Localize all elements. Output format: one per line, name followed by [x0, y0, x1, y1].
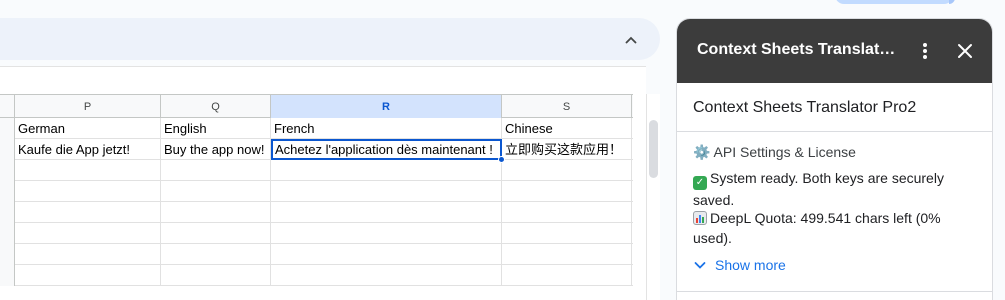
cell-p-value[interactable]: Kaufe die App jetzt! — [15, 139, 161, 160]
app-name: Context Sheets Translator Pro2 — [693, 99, 917, 116]
collapse-toolbar-button[interactable] — [616, 25, 646, 55]
cell-r-header[interactable]: French — [271, 118, 502, 139]
row-header[interactable] — [0, 139, 15, 160]
empty-cell[interactable] — [15, 160, 161, 181]
column-header-r[interactable]: R — [271, 95, 502, 118]
translator-side-panel: Context Sheets Translator Pro2 Context S… — [676, 18, 993, 300]
column-header-s[interactable]: S — [502, 95, 632, 118]
row-header[interactable] — [0, 223, 15, 244]
cell-p-header[interactable]: German — [15, 118, 161, 139]
empty-cell[interactable] — [15, 223, 161, 244]
show-more-button[interactable]: Show more — [693, 257, 786, 273]
share-button-partial[interactable] — [835, 0, 953, 4]
chevron-down-icon — [694, 262, 706, 269]
empty-cell[interactable] — [15, 244, 161, 265]
cell-r-value-active[interactable]: Achetez l'application dès maintenant ! — [271, 139, 502, 160]
empty-cell[interactable] — [161, 202, 271, 223]
panel-menu-button[interactable] — [913, 39, 937, 63]
empty-cell[interactable] — [502, 181, 632, 202]
empty-cell[interactable] — [271, 181, 502, 202]
row-header[interactable] — [0, 118, 15, 139]
status-text: System ready. Both keys are securely sav… — [693, 170, 944, 208]
section-divider — [677, 131, 992, 132]
empty-cell[interactable] — [161, 181, 271, 202]
table-row: German English French Chinese — [0, 118, 633, 139]
table-row — [0, 244, 633, 265]
empty-cell[interactable] — [271, 202, 502, 223]
table-row — [0, 265, 633, 286]
empty-cell[interactable] — [502, 202, 632, 223]
table-row — [0, 160, 633, 181]
quota-message: DeepL Quota: 499.541 chars left (0% used… — [693, 208, 973, 248]
cell-s-header[interactable]: Chinese — [502, 118, 632, 139]
table-row — [0, 223, 633, 244]
panel-header-title: Context Sheets Translator Pro2 — [697, 41, 897, 58]
fill-handle[interactable] — [498, 156, 505, 163]
column-header-q[interactable]: Q — [161, 95, 271, 118]
row-header[interactable] — [0, 244, 15, 265]
row-header[interactable] — [0, 265, 15, 286]
table-row — [0, 181, 633, 202]
empty-cell[interactable] — [161, 223, 271, 244]
close-icon — [958, 44, 972, 58]
quota-text: DeepL Quota: 499.541 chars left (0% used… — [693, 210, 941, 246]
table-row: Kaufe die App jetzt! Buy the app now! Ac… — [0, 139, 633, 160]
empty-cell[interactable] — [161, 244, 271, 265]
more-vert-icon — [923, 43, 927, 59]
show-more-label: Show more — [715, 257, 786, 273]
empty-cell[interactable] — [161, 160, 271, 181]
section-divider — [677, 291, 992, 292]
empty-cell[interactable] — [502, 244, 632, 265]
empty-cell[interactable] — [271, 223, 502, 244]
chevron-up-icon — [625, 36, 637, 44]
empty-cell[interactable] — [15, 202, 161, 223]
row-header[interactable] — [0, 202, 15, 223]
cell-q-value[interactable]: Buy the app now! — [161, 139, 271, 160]
cell-grid: German English French Chinese Kaufe die … — [0, 118, 633, 300]
row-header[interactable] — [0, 160, 15, 181]
table-row — [0, 202, 633, 223]
status-message: ✓ System ready. Both keys are securely sa… — [693, 168, 973, 210]
bar-chart-icon — [693, 211, 707, 225]
scrollbar-thumb[interactable] — [649, 120, 658, 178]
app-root: P Q R S German English French Chinese Ka… — [0, 0, 1005, 300]
empty-cell[interactable] — [271, 265, 502, 286]
select-all-corner[interactable] — [0, 95, 15, 118]
empty-cell[interactable] — [271, 244, 502, 265]
api-settings-heading: ⚙️ API Settings & License — [693, 144, 856, 160]
cell-q-header[interactable]: English — [161, 118, 271, 139]
empty-cell[interactable] — [502, 265, 632, 286]
column-header-p[interactable]: P — [15, 95, 161, 118]
empty-cell[interactable] — [502, 223, 632, 244]
empty-cell[interactable] — [15, 265, 161, 286]
collapsed-toolbar — [0, 18, 660, 60]
empty-cell[interactable] — [15, 181, 161, 202]
empty-cell[interactable] — [502, 160, 632, 181]
empty-cell[interactable] — [271, 160, 502, 181]
panel-close-button[interactable] — [953, 39, 977, 63]
panel-header: Context Sheets Translator Pro2 — [677, 19, 992, 83]
share-button-dropdown-partial[interactable] — [949, 0, 955, 4]
cell-s-value[interactable]: 立即购买这款应用！ — [502, 139, 632, 160]
check-mark-icon: ✓ — [693, 176, 707, 190]
column-headers: P Q R S — [0, 94, 633, 118]
row-header[interactable] — [0, 181, 15, 202]
empty-cell[interactable] — [161, 265, 271, 286]
